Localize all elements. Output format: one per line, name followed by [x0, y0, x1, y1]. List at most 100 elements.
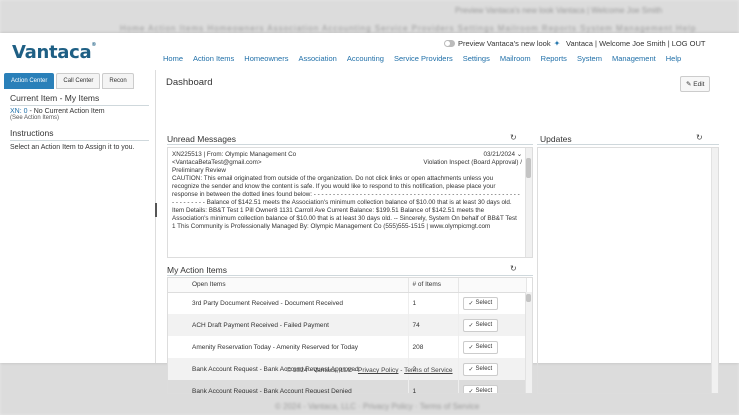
preview-label: Preview Vantaca's new look: [458, 39, 551, 48]
vantaca-logo[interactable]: Vantaca®: [12, 42, 96, 63]
chevron-down-icon[interactable]: ⌄: [517, 151, 522, 158]
divider: [167, 275, 533, 276]
nav-item-homeowners[interactable]: Homeowners: [244, 54, 288, 63]
app-window: Vantaca® Preview Vantaca's new look ✦ Va…: [0, 33, 739, 394]
instructions-heading: Instructions: [10, 128, 149, 141]
ghost-nav-text: Home Action Items Homeowners Association…: [120, 24, 697, 33]
check-icon: ✓: [468, 344, 474, 351]
message-date: 03/21/2024: [483, 151, 515, 158]
unread-messages-title: Unread Messages: [167, 134, 236, 144]
action-cell: ✓ Select: [458, 380, 527, 394]
action-items-table: Open Items # of Items 3rd Party Document…: [167, 277, 533, 394]
tab-recon[interactable]: Recon: [102, 73, 134, 89]
divider: [537, 144, 719, 145]
select-label: Select: [475, 388, 493, 394]
check-icon: ✓: [468, 300, 474, 307]
action-cell: ✓ Select: [458, 336, 527, 358]
select-label: Select: [475, 322, 493, 328]
dashboard-main: Dashboard ✎ Edit Unread Messages ↻ Updat…: [160, 70, 739, 394]
my-action-items-title: My Action Items: [167, 265, 227, 275]
open-item-name: ACH Draft Payment Received - Failed Paym…: [168, 314, 409, 336]
logo-text: Vantaca: [12, 42, 92, 63]
refresh-messages-icon[interactable]: ↻: [510, 133, 517, 142]
pencil-icon: ✎: [686, 81, 692, 88]
message-from: XN225513 | From: Olympic Management Co: [172, 151, 297, 158]
nav-item-settings[interactable]: Settings: [463, 54, 490, 63]
sparkle-icon: ✦: [553, 39, 561, 48]
updates-panel: [537, 147, 719, 394]
current-item-row: XN: 0 - No Current Action Item: [10, 108, 155, 115]
refresh-action-items-icon[interactable]: ↻: [510, 264, 517, 273]
ghost-top-text: Preview Vantaca's new look Vantaca | Wel…: [455, 6, 663, 15]
table-row[interactable]: Amenity Reservation Today - Amenity Rese…: [168, 336, 527, 358]
open-item-name: Bank Account Request - Bank Account Requ…: [168, 380, 409, 393]
copyright: © 2024 - Vantaca, LLC -: [286, 367, 358, 374]
divider: [167, 144, 533, 145]
nav-item-management[interactable]: Management: [612, 54, 656, 63]
welcome-text: Vantaca | Welcome Joe Smith | LOG OUT: [566, 39, 706, 48]
nav-item-home[interactable]: Home: [163, 54, 183, 63]
main-nav: Home Action Items Homeowners Association Acc…: [163, 54, 691, 63]
refresh-updates-icon[interactable]: ↻: [696, 133, 703, 142]
privacy-policy-link[interactable]: Privacy Policy: [358, 367, 398, 374]
sidebar-tabs: Action Center Call Center Recon: [0, 70, 155, 89]
select-label: Select: [475, 300, 493, 307]
tab-action-center[interactable]: Action Center: [4, 73, 55, 89]
table-row[interactable]: 3rd Party Document Received - Document R…: [168, 292, 527, 314]
message-subline: <VantacaBetaTest@gmail.com> Violation In…: [172, 159, 522, 167]
nav-item-accounting[interactable]: Accounting: [347, 54, 384, 63]
action-cell: ✓ Select: [458, 314, 527, 336]
message-scrollbar[interactable]: [525, 148, 532, 257]
toggle-switch-icon[interactable]: [444, 40, 455, 47]
nav-item-help[interactable]: Help: [666, 54, 681, 63]
item-count: 1: [408, 380, 459, 393]
item-count: 208: [408, 336, 459, 358]
current-item-heading: Current Item - My Items: [10, 93, 149, 106]
select-button[interactable]: ✓ Select: [462, 296, 499, 310]
action-cell: ✓ Select: [458, 292, 527, 314]
tab-call-center[interactable]: Call Center: [56, 73, 101, 89]
xn-link[interactable]: XN: 0: [10, 108, 28, 115]
edit-label: Edit: [693, 81, 705, 88]
see-action-items[interactable]: (See Action Items): [10, 115, 155, 121]
scrollbar-thumb[interactable]: [526, 294, 531, 302]
open-item-name: Amenity Reservation Today - Amenity Rese…: [168, 336, 409, 358]
updates-scrollbar[interactable]: [711, 148, 718, 393]
select-button[interactable]: ✓ Select: [462, 318, 499, 332]
ghost-footer-text: © 2024 - Vantaca, LLC · Privacy Policy ·…: [275, 402, 480, 411]
updates-title: Updates: [540, 134, 572, 144]
action-items-scrollbar[interactable]: [525, 292, 532, 393]
table-row[interactable]: ACH Draft Payment Received - Failed Paym…: [168, 314, 527, 336]
terms-of-service-link[interactable]: Terms of Service: [404, 367, 452, 374]
left-sidebar: Action Center Call Center Recon Current …: [0, 70, 156, 363]
table-row[interactable]: Bank Account Request - Bank Account Requ…: [168, 380, 527, 394]
top-bar: Vantaca® Preview Vantaca's new look ✦ Va…: [0, 33, 739, 67]
nav-item-action-items[interactable]: Action Items: [193, 54, 234, 63]
page-footer: © 2024 - Vantaca, LLC - Privacy Policy -…: [0, 367, 739, 374]
sidebar-resize-handle[interactable]: [155, 203, 157, 217]
select-button[interactable]: ✓ Select: [462, 340, 499, 354]
message-header: XN225513 | From: Olympic Management Co 0…: [172, 151, 522, 159]
column-header: [458, 278, 527, 293]
scrollbar-thumb[interactable]: [526, 158, 531, 178]
nav-item-service-providers[interactable]: Service Providers: [394, 54, 453, 63]
select-button[interactable]: ✓ Select: [462, 384, 499, 394]
message-subject-cont: Preliminary Review: [172, 167, 226, 174]
nav-item-reports[interactable]: Reports: [541, 54, 567, 63]
message-email: <VantacaBetaTest@gmail.com>: [172, 159, 262, 166]
column-header: Open Items: [168, 278, 409, 293]
preview-toggle[interactable]: Preview Vantaca's new look ✦: [444, 39, 560, 48]
item-count: 1: [408, 292, 459, 314]
nav-item-mailroom[interactable]: Mailroom: [500, 54, 531, 63]
nav-item-association[interactable]: Association: [298, 54, 336, 63]
nav-item-system[interactable]: System: [577, 54, 602, 63]
page-title: Dashboard: [166, 77, 213, 88]
open-item-name: 3rd Party Document Received - Document R…: [168, 292, 409, 314]
xn-text: - No Current Action Item: [27, 108, 105, 115]
message-date-wrap: 03/21/2024 ⌄: [483, 151, 522, 159]
column-header: # of Items: [408, 278, 459, 293]
unread-message-item[interactable]: XN225513 | From: Olympic Management Co 0…: [167, 147, 533, 258]
edit-button[interactable]: ✎ Edit: [680, 76, 711, 92]
message-subject: Violation Inspect (Board Approval) /: [423, 159, 522, 166]
instructions-text: Select an Action Item to Assign it to yo…: [10, 144, 135, 151]
